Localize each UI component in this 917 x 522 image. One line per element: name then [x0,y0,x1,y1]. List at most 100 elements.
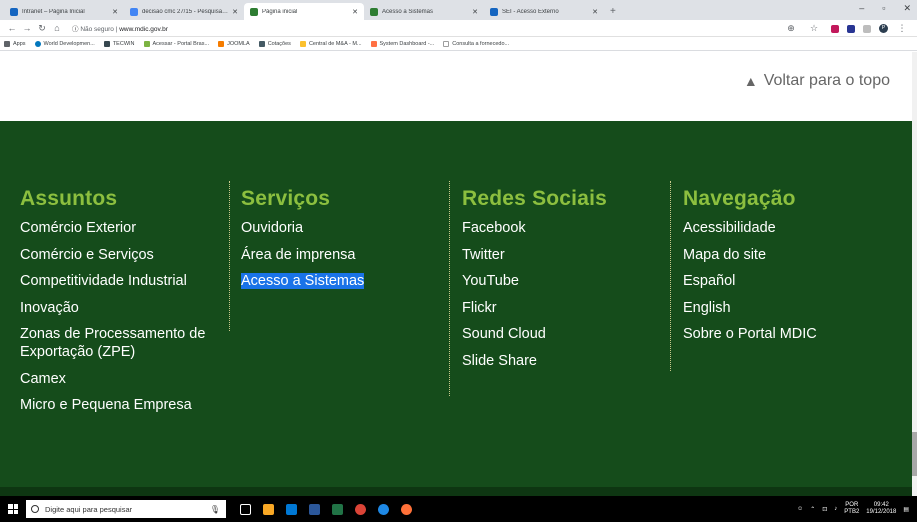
taskbar-search-box[interactable]: Digite aqui para pesquisar 🎙 [26,500,226,518]
footer-link[interactable]: Flickr [462,299,664,317]
chevron-up-icon[interactable]: ⌃ [810,506,815,513]
windows-logo-icon [8,504,18,514]
zoom-icon[interactable]: ⊕ [785,23,797,34]
scrollbar-thumb[interactable] [912,432,917,476]
close-tab-icon[interactable]: ✕ [112,8,118,16]
footer-link[interactable]: English [683,299,885,317]
outlook-icon[interactable] [286,503,297,515]
bookmark-central-ma[interactable]: Central de M&A - M... [299,40,362,47]
tab-sei[interactable]: SEI - Acesso Externo ✕ [484,3,604,20]
microphone-icon[interactable]: 🎙 [210,505,220,514]
close-tab-icon[interactable]: ✕ [472,8,478,16]
menu-kebab-icon[interactable]: ⋮ [896,23,908,34]
people-icon[interactable]: ☺ [797,506,803,512]
new-tab-button[interactable]: + [610,6,616,17]
extension-icon[interactable] [863,24,871,33]
page-icon [443,40,450,47]
footer-link[interactable]: Sobre o Portal MDIC [683,325,885,343]
chrome-icon[interactable] [355,503,366,515]
close-tab-icon[interactable]: ✕ [592,8,598,16]
excel-icon[interactable] [332,503,343,515]
firefox-icon[interactable] [401,503,412,515]
footer-link[interactable]: Español [683,272,885,290]
network-icon[interactable]: ⊡ [822,506,827,513]
footer-link-selected[interactable]: Acesso a Sistemas [241,272,444,290]
footer-link[interactable]: Mapa do site [683,246,885,264]
reload-icon[interactable]: ↻ [36,23,48,34]
footer-column-servicos: Serviços Ouvidoria Área de imprensa Aces… [229,181,444,331]
task-view-icon[interactable] [240,503,251,515]
bookmark-joomla[interactable]: JOOMLA [218,40,250,47]
tab-label: decisão cmc 27/15 - Pesquisa G... [142,8,229,15]
forward-arrow-icon[interactable]: → [21,23,33,33]
bookmark-label: Cotações [267,40,291,47]
footer-link[interactable]: Twitter [462,246,664,264]
bookmark-system-dashboard[interactable]: System Dashboard -... [370,40,434,47]
word-icon[interactable] [309,503,320,515]
page-top-area: ▲ Voltar para o topo [0,52,917,121]
footer-link[interactable]: YouTube [462,272,664,290]
close-tab-icon[interactable]: ✕ [232,8,238,16]
cortana-icon [31,505,39,513]
back-to-top-link[interactable]: ▲ Voltar para o topo [744,72,890,90]
tab-acesso-sistemas[interactable]: Acesso a Sistemas ✕ [364,3,484,20]
site-footer: Assuntos Comércio Exterior Comércio e Se… [0,121,912,487]
bookmark-tecwin[interactable]: TECWIN [103,40,135,47]
info-icon[interactable]: ⓘ [72,26,79,33]
volume-icon[interactable]: ♪ [834,506,837,512]
start-button[interactable] [0,496,26,522]
back-arrow-icon[interactable]: ← [6,23,18,33]
home-icon[interactable]: ⌂ [51,23,63,33]
bookmark-apps[interactable]: Apps [4,40,26,47]
clock[interactable]: 09:42 19/12/2018 [866,502,896,516]
footer-link[interactable]: Zonas de Processamento de Exportação (ZP… [20,325,225,361]
file-explorer-icon[interactable] [263,503,274,515]
url-text: www.mdic.gov.br [119,26,168,33]
tab-bar: Intranet – Página Inicial ✕ decisão cmc … [0,0,917,20]
bookmark-portal-brasil[interactable]: Acessar - Portal Bras... [143,40,209,47]
footer-link[interactable]: Slide Share [462,352,664,370]
language-code: POR [845,502,859,508]
page-scrollbar[interactable] [912,52,917,496]
tab-google-search[interactable]: decisão cmc 27/15 - Pesquisa G... ✕ [124,3,244,20]
footer-link[interactable]: Sound Cloud [462,325,664,343]
tab-pagina-inicial[interactable]: Página inicial ✕ [244,3,364,20]
star-icon[interactable]: ☆ [808,23,820,34]
footer-link[interactable]: Camex [20,370,225,388]
tab-intranet[interactable]: Intranet – Página Inicial ✕ [4,3,124,20]
footer-link[interactable]: Acessibilidade [683,219,885,237]
footer-link[interactable]: Facebook [462,219,664,237]
profile-avatar[interactable]: P [879,24,888,33]
footer-link[interactable]: Comércio e Serviços [20,246,225,264]
sei-favicon-icon [490,7,498,16]
maximize-button[interactable]: ▫ [882,3,885,14]
search-placeholder: Digite aqui para pesquisar [45,504,133,514]
google-favicon-icon [130,7,138,16]
footer-link[interactable]: Inovação [20,299,225,317]
extension-icon[interactable] [831,24,839,33]
column-title: Assuntos [20,187,118,210]
extension-icon[interactable] [847,24,855,33]
chart-icon [258,40,265,47]
tab-label: Acesso a Sistemas [382,8,434,15]
footer-link[interactable]: Comércio Exterior [20,219,225,237]
column-title: Serviços [241,187,331,210]
bookmark-label: Apps [13,40,26,47]
bookmark-world-development[interactable]: World Developmen... [34,40,95,47]
footer-link[interactable]: Área de imprensa [241,246,444,264]
close-window-button[interactable]: ✕ [903,3,911,14]
mdic-favicon-icon [370,7,378,16]
close-tab-icon[interactable]: ✕ [352,8,358,16]
footer-link[interactable]: Competitividade Industrial [20,272,225,290]
bookmark-cotacoes[interactable]: Cotações [258,40,291,47]
footer-link[interactable]: Ouvidoria [241,219,444,237]
bookmark-consulta-fornecedor[interactable]: Consulta a fornecedo... [443,40,509,47]
bookmark-label: TECWIN [112,40,135,47]
footer-link[interactable]: Micro e Pequena Empresa [20,396,225,414]
url-field[interactable]: ⓘ Não seguro | www.mdic.gov.br [72,23,168,33]
notifications-icon[interactable]: ▤ [903,506,909,513]
language-indicator[interactable]: POR PTB2 [844,502,859,516]
chevron-up-icon: ▲ [743,73,758,89]
edge-icon[interactable] [378,503,389,515]
minimize-button[interactable]: – [859,3,864,14]
